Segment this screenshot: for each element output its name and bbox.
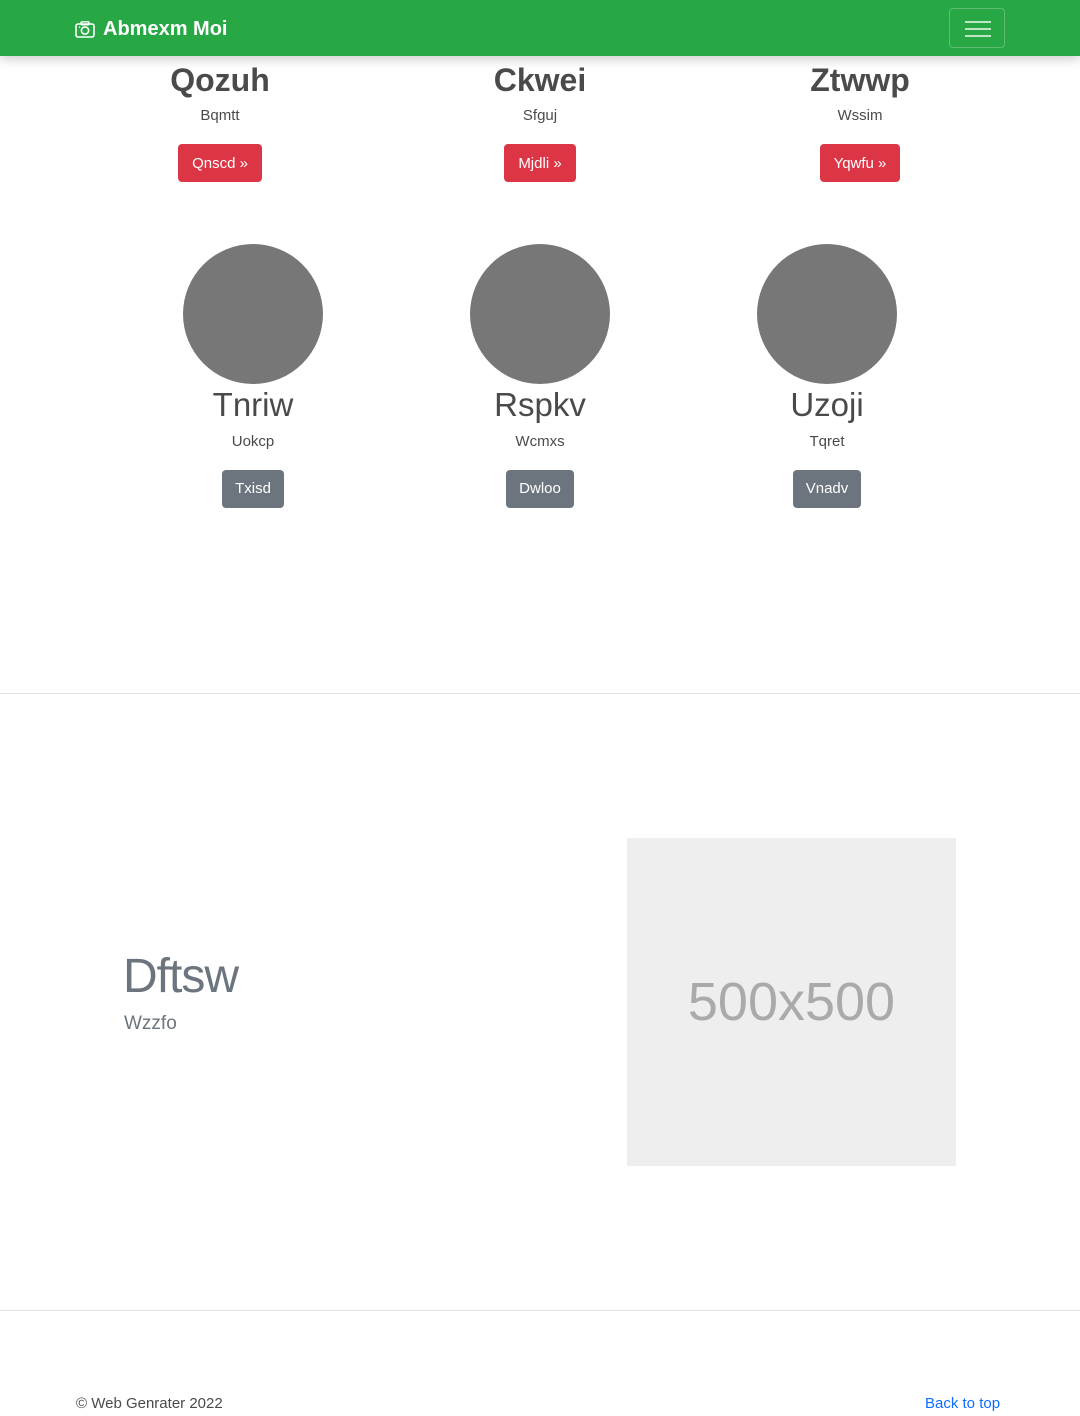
hamburger-icon (965, 21, 991, 23)
hamburger-icon-bar (965, 35, 991, 37)
card-button[interactable]: Vnadv (792, 470, 862, 508)
divider (0, 693, 1080, 694)
card-text: Wcmxs (515, 433, 565, 450)
placeholder-image: 500x500 (627, 838, 956, 1166)
avatar-card-3: Uzoji Tqret Vnadv (707, 244, 947, 508)
card-button[interactable]: Dwloo (506, 470, 574, 508)
card-text: Tqret (809, 433, 845, 450)
card-title: Qozuh (170, 62, 270, 98)
card-title: Ztwwp (810, 62, 910, 98)
card-button[interactable]: Mjdli » (504, 144, 576, 182)
card-button[interactable]: Yqwfu » (819, 144, 901, 182)
card-title: Tnriw (212, 386, 294, 423)
card-title: Ckwei (493, 62, 587, 98)
hamburger-icon-bar (965, 28, 991, 30)
featurette-heading: Dftsw (123, 950, 239, 1003)
card-text: Sfguj (522, 107, 558, 124)
card-text: Bqmtt (200, 107, 240, 124)
avatar (183, 244, 323, 384)
navbar-brand[interactable]: Abmexm Moi (75, 16, 227, 42)
featurette-subheading: Wzzfo (124, 1013, 177, 1034)
top-card-1: Qozuh Bqmtt Qnscd » (100, 56, 340, 182)
divider (0, 1310, 1080, 1311)
avatar-card-1: Tnriw Uokcp Txisd (133, 244, 373, 508)
card-button[interactable]: Txisd (222, 470, 284, 508)
avatar-card-2: Rspkv Wcmxs Dwloo (420, 244, 660, 508)
top-card-3: Ztwwp Wssim Yqwfu » (740, 56, 980, 182)
navbar-toggler-button[interactable] (949, 8, 1005, 48)
avatar (470, 244, 610, 384)
navbar: Abmexm Moi (0, 0, 1080, 56)
footer-copyright: © Web Genrater 2022 (76, 1395, 223, 1412)
placeholder-image-label: 500x500 (687, 972, 896, 1032)
brand-label: Abmexm Moi (103, 17, 228, 40)
card-text: Wssim (837, 107, 883, 124)
card-title: Rspkv (494, 386, 586, 423)
avatar (757, 244, 897, 384)
camera-icon (75, 20, 95, 38)
card-text: Uokcp (231, 433, 275, 450)
back-to-top-link[interactable]: Back to top (925, 1394, 1000, 1414)
card-title: Uzoji (790, 386, 864, 423)
top-card-2: Ckwei Sfguj Mjdli » (420, 56, 660, 182)
card-button[interactable]: Qnscd » (178, 144, 262, 182)
